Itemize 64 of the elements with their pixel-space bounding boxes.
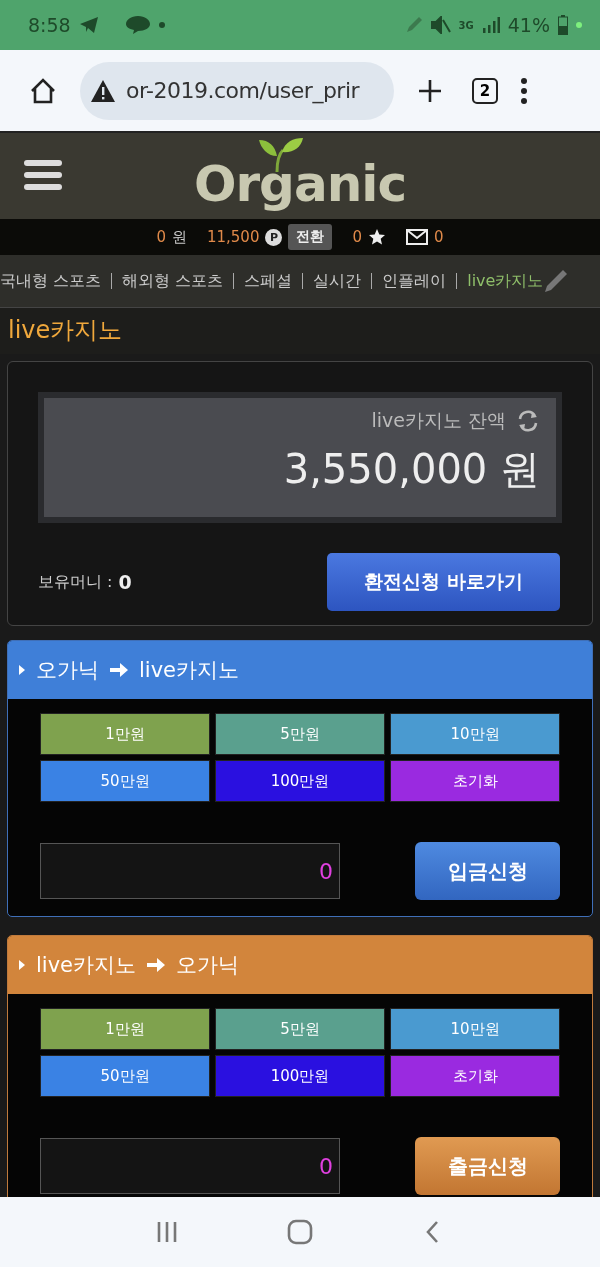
envelope-icon[interactable] <box>406 229 428 245</box>
nav-link[interactable]: 국내형 스포츠 <box>0 270 102 292</box>
amount-button[interactable]: 5만원 <box>215 1008 385 1050</box>
money-value: 0 <box>156 228 166 246</box>
arrow-icon <box>146 956 167 974</box>
nav-link[interactable]: 스페셜 <box>244 270 293 292</box>
nav-link[interactable]: live카지노 <box>467 270 544 292</box>
amount-button[interactable]: 1만원 <box>40 1008 210 1050</box>
amount-button[interactable]: 10만원 <box>390 713 560 755</box>
pencil-icon <box>543 268 570 294</box>
battery-icon <box>558 15 568 35</box>
nav-link[interactable]: 인플레이 <box>382 270 447 292</box>
url-text: or-2019.com/user_prir <box>126 78 360 103</box>
message-count: 0 <box>434 228 444 246</box>
amount-button[interactable]: 10만원 <box>390 1008 560 1050</box>
battery-percent: 41% <box>507 14 550 36</box>
source-label: live카지노 <box>36 952 137 979</box>
source-label: 오가닉 <box>36 657 99 684</box>
triangle-icon <box>18 959 26 971</box>
tab-count-button[interactable]: 2 <box>472 77 498 104</box>
held-money-value: 0 <box>118 571 132 593</box>
triangle-icon <box>18 664 26 676</box>
amount-button[interactable]: 100만원 <box>215 1055 385 1097</box>
pen-icon <box>404 16 423 34</box>
menu-icon[interactable] <box>520 77 528 104</box>
nav-link[interactable]: 실시간 <box>313 270 362 292</box>
amount-button[interactable]: 5만원 <box>215 713 385 755</box>
site-logo[interactable]: Organic <box>193 158 407 210</box>
balance-amount: 3,550,000 원 <box>283 445 540 494</box>
target-label: live카지노 <box>139 657 240 684</box>
star-count: 0 <box>352 228 362 246</box>
refresh-icon[interactable] <box>516 409 540 433</box>
amount-field[interactable]: 0 <box>40 1138 340 1194</box>
amount-button[interactable]: 1만원 <box>40 713 210 755</box>
star-icon <box>368 228 386 246</box>
address-bar[interactable]: or-2019.com/user_prir <box>80 61 394 120</box>
submit-button[interactable]: 입금신청 <box>415 842 560 900</box>
arrow-icon <box>109 661 129 679</box>
amount-button[interactable]: 초기화 <box>390 760 560 802</box>
paper-plane-icon <box>78 16 99 34</box>
dot-icon <box>158 22 165 28</box>
amount-button[interactable]: 초기화 <box>390 1055 560 1097</box>
warning-icon <box>90 78 116 103</box>
points-value: 11,500 <box>206 228 260 246</box>
target-label: 오가닉 <box>176 952 240 979</box>
chat-bubble-icon <box>124 15 151 35</box>
balance-label: live카지노 잔액 <box>371 408 506 433</box>
amount-button[interactable]: 100만원 <box>215 760 385 802</box>
convert-button[interactable]: 전환 <box>288 224 333 250</box>
held-money-label: 보유머니 : <box>38 571 113 593</box>
amount-field[interactable]: 0 <box>40 843 340 899</box>
network-label: 3G <box>458 19 474 31</box>
nav-link[interactable]: 해외형 스포츠 <box>122 270 224 292</box>
dot-icon <box>576 22 582 28</box>
amount-button[interactable]: 50만원 <box>40 1055 210 1097</box>
signal-icon <box>481 17 500 33</box>
menu-icon[interactable] <box>24 158 64 192</box>
clock-time: 8:58 <box>28 14 71 36</box>
submit-button[interactable]: 출금신청 <box>415 1137 560 1195</box>
muted-speaker-icon <box>430 16 451 34</box>
point-badge: P <box>265 228 283 246</box>
money-unit: 원 <box>171 227 187 247</box>
amount-button[interactable]: 50만원 <box>40 760 210 802</box>
exchange-button[interactable]: 환전신청 바로가기 <box>327 553 560 611</box>
